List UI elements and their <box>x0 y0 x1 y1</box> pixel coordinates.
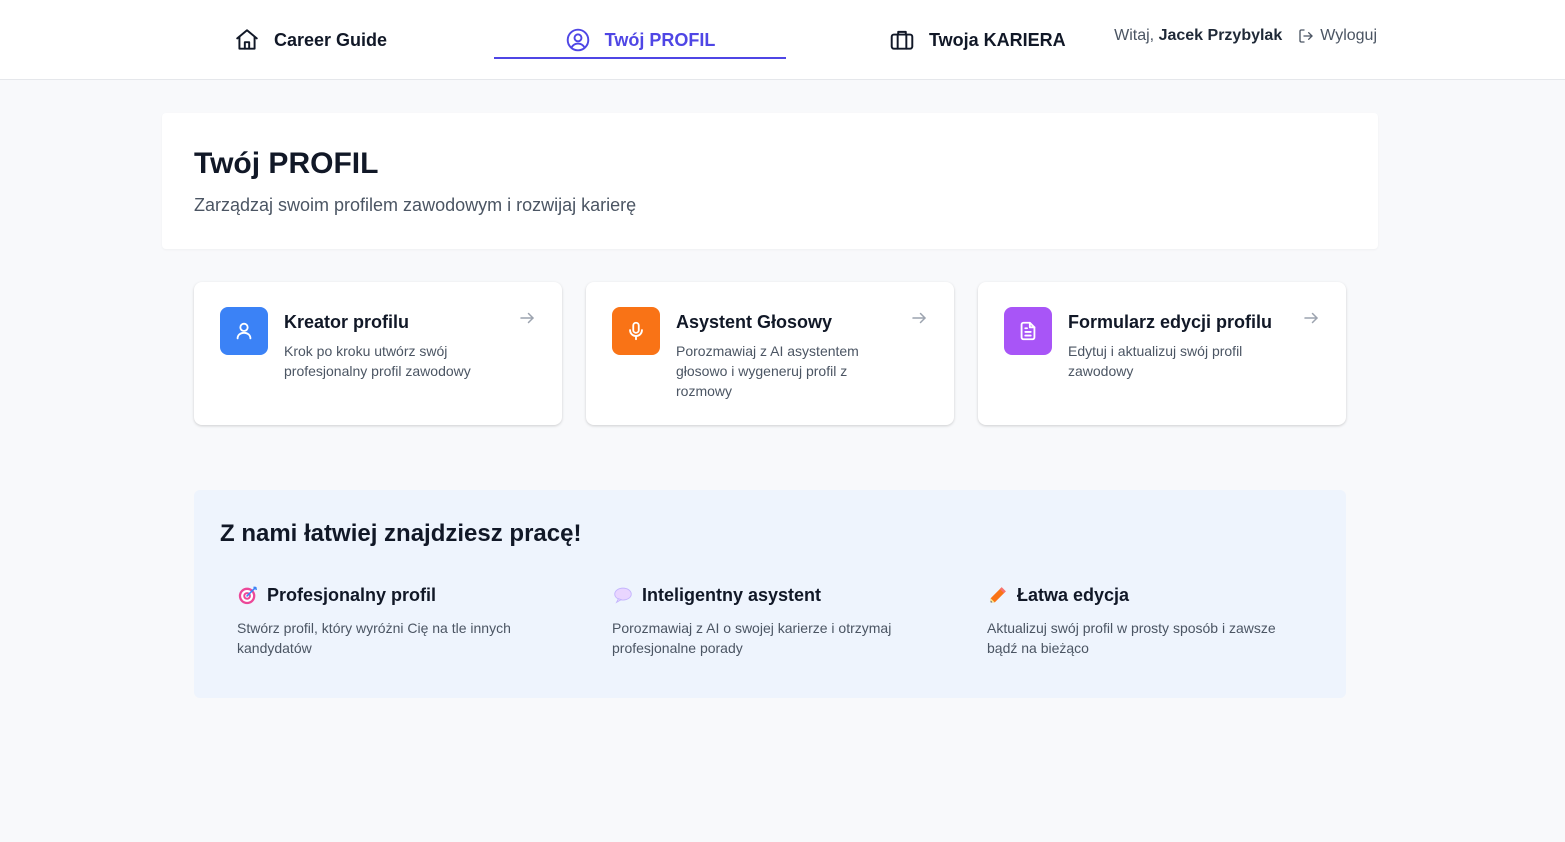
user-icon <box>236 322 252 340</box>
benefit-description: Porozmawiaj z AI o swojej karierze i otr… <box>612 620 892 656</box>
greeting: Witaj, Jacek Przybylak <box>1114 27 1282 45</box>
benefit-title: Łatwa edycja <box>1017 584 1130 605</box>
card-formularz-edycji[interactable]: Formularz edycji profilu Edytuj i aktual… <box>978 282 1346 425</box>
card-icon-box <box>1004 307 1052 355</box>
benefit-description: Aktualizuj swój profil w prosty sposób i… <box>987 620 1276 656</box>
logout-icon <box>1299 29 1313 43</box>
user-area: Witaj, Jacek Przybylak Wyloguj <box>1114 0 1377 72</box>
card-kreator-profilu[interactable]: Kreator profilu Krok po kroku utwórz swó… <box>194 282 562 425</box>
home-icon <box>236 29 258 50</box>
nav-career-guide-label: Career Guide <box>274 29 388 50</box>
benefit-heading: Profesjonalny profil <box>237 584 557 606</box>
microphone-icon <box>629 321 643 341</box>
page-title: Twój PROFIL <box>194 147 379 180</box>
card-icon-box <box>220 307 268 355</box>
logout-button[interactable]: Wyloguj <box>1298 27 1377 45</box>
nav-twoja-kariera-label: Twoja KARIERA <box>929 29 1066 50</box>
nav-twoj-profil[interactable]: Twój PROFIL <box>494 0 786 80</box>
card-icon-box <box>612 307 660 355</box>
benefit-title: Inteligentny asystent <box>642 584 822 605</box>
arrow-right-icon <box>1304 312 1318 324</box>
page-header-card: Twój PROFIL Zarządzaj swoim profilem zaw… <box>162 113 1378 249</box>
benefits-section: Z nami łatwiej znajdziesz pracę! Profesj… <box>194 490 1346 698</box>
benefits-title: Z nami łatwiej znajdziesz pracę! <box>220 520 582 547</box>
card-description: Krok po kroku utwórz swój profesjonalny … <box>284 343 471 379</box>
pencil-icon <box>990 587 1006 603</box>
document-icon <box>1020 321 1036 341</box>
benefit-item: Profesjonalny profil Stwórz profil, któr… <box>237 584 557 658</box>
card-description: Porozmawiaj z AI asystentem głosowo i wy… <box>676 343 859 399</box>
target-icon <box>238 586 257 605</box>
benefit-item: Łatwa edycja Aktualizuj swój profil w pr… <box>987 584 1307 658</box>
greeting-text: Witaj, <box>1114 27 1155 44</box>
nav-twoja-kariera[interactable]: Twoja KARIERA <box>889 0 1066 80</box>
active-tab-underline <box>494 57 786 59</box>
card-description: Edytuj i aktualizuj swój profil zawodowy <box>1068 343 1243 379</box>
card-title: Formularz edycji profilu <box>1068 312 1273 332</box>
benefit-heading: Łatwa edycja <box>987 584 1307 606</box>
card-title: Kreator profilu <box>284 312 410 332</box>
top-navigation-bar: Career Guide Twój PROFIL Twoja KARIERA W… <box>0 0 1565 80</box>
benefit-description: Stwórz profil, który wyróżni Cię na tle … <box>237 620 511 656</box>
arrow-right-icon <box>520 312 534 324</box>
arrow-right-icon <box>912 312 926 324</box>
logout-label: Wyloguj <box>1320 27 1377 44</box>
card-asystent-glosowy[interactable]: Asystent Głosowy Porozmawiaj z AI asyste… <box>586 282 954 425</box>
benefit-title: Profesjonalny profil <box>267 584 437 605</box>
user-circle-icon <box>566 28 589 52</box>
nav-career-guide[interactable]: Career Guide <box>234 0 387 80</box>
speech-bubble-icon <box>614 587 632 604</box>
briefcase-icon <box>890 30 914 50</box>
card-title: Asystent Głosowy <box>676 312 833 332</box>
nav-twoj-profil-label: Twój PROFIL <box>604 29 716 50</box>
user-name: Jacek Przybylak <box>1158 27 1283 44</box>
benefit-heading: Inteligentny asystent <box>612 584 932 606</box>
benefit-item: Inteligentny asystent Porozmawiaj z AI o… <box>612 584 932 658</box>
page-subtitle: Zarządzaj swoim profilem zawodowym i roz… <box>194 195 637 215</box>
